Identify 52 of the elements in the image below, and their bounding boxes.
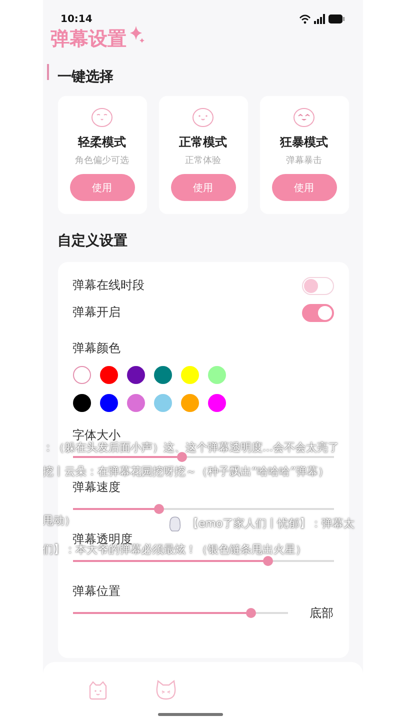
battery-icon — [328, 14, 344, 24]
toggle-switch[interactable] — [302, 304, 334, 322]
danmaku-text: 甩动） — [42, 516, 76, 526]
color-swatch[interactable] — [126, 394, 144, 412]
color-swatch[interactable] — [154, 366, 172, 384]
mode-subtitle: 正常体验 — [185, 154, 221, 167]
mode-title: 狂暴模式 — [280, 134, 328, 151]
danmaku-text: 们】：本大爷的弹幕必须最炫！（银色链条甩出火星） — [42, 545, 306, 555]
setting-label: 弹幕颜色 — [72, 340, 120, 357]
cat-face-icon[interactable] — [154, 680, 178, 700]
section-heading: 自定义设置 — [58, 232, 128, 250]
color-swatch[interactable] — [208, 366, 226, 384]
mode-subtitle: 角色偏少可选 — [75, 154, 129, 167]
mode-title: 正常模式 — [179, 134, 227, 151]
smiley-face-icon — [191, 106, 215, 128]
face-icon[interactable] — [86, 680, 108, 700]
slider-value: 底部 — [310, 604, 334, 622]
slider-thumb[interactable] — [246, 608, 256, 618]
status-time: 10:14 — [60, 14, 92, 24]
wifi-icon — [298, 14, 310, 24]
setting-label: 弹幕速度 — [72, 480, 120, 494]
use-button[interactable]: 使用 — [170, 174, 236, 201]
page-title: 弹幕设置 — [50, 27, 126, 52]
color-swatch[interactable] — [180, 366, 198, 384]
smiley-face-icon — [292, 106, 316, 128]
color-swatch[interactable] — [126, 366, 144, 384]
signal-icon — [314, 14, 324, 24]
slider-thumb[interactable] — [263, 556, 274, 566]
color-swatch[interactable] — [154, 394, 172, 412]
danmaku-text: 【emo了家人们丨忧郁】：弹幕太 — [188, 519, 355, 529]
color-swatch[interactable] — [100, 394, 118, 412]
color-swatch[interactable] — [180, 394, 198, 412]
color-swatch[interactable] — [72, 366, 90, 384]
danmaku-text: ：（躲在头发后面小声）这、这个弹幕透明度...会不会太亮了 — [42, 443, 339, 453]
setting-label: 弹幕开启 — [72, 304, 120, 321]
slider-thumb[interactable] — [177, 452, 188, 462]
color-swatch[interactable] — [72, 394, 90, 412]
slider-thumb[interactable] — [154, 504, 164, 514]
toggle-switch[interactable] — [302, 276, 334, 294]
section-heading: 一键选择 — [58, 68, 114, 86]
smiley-face-icon — [90, 106, 114, 128]
sparkle-icon — [128, 26, 144, 44]
color-swatch[interactable] — [100, 366, 118, 384]
setting-label: 弹幕位置 — [72, 584, 120, 598]
use-button[interactable]: 使用 — [272, 174, 336, 201]
danmaku-text: 挖丨云朵：在弹幕花园挖呀挖～（种子飘出“哈哈哈”弹幕） — [42, 467, 329, 477]
mode-title: 轻柔模式 — [78, 134, 126, 151]
setting-label: 弹幕在线时段 — [72, 277, 144, 294]
use-button[interactable]: 使用 — [70, 174, 134, 201]
setting-label: 字体大小 — [72, 428, 120, 442]
mode-subtitle: 弹幕暴击 — [286, 154, 322, 167]
color-swatch[interactable] — [208, 394, 226, 412]
